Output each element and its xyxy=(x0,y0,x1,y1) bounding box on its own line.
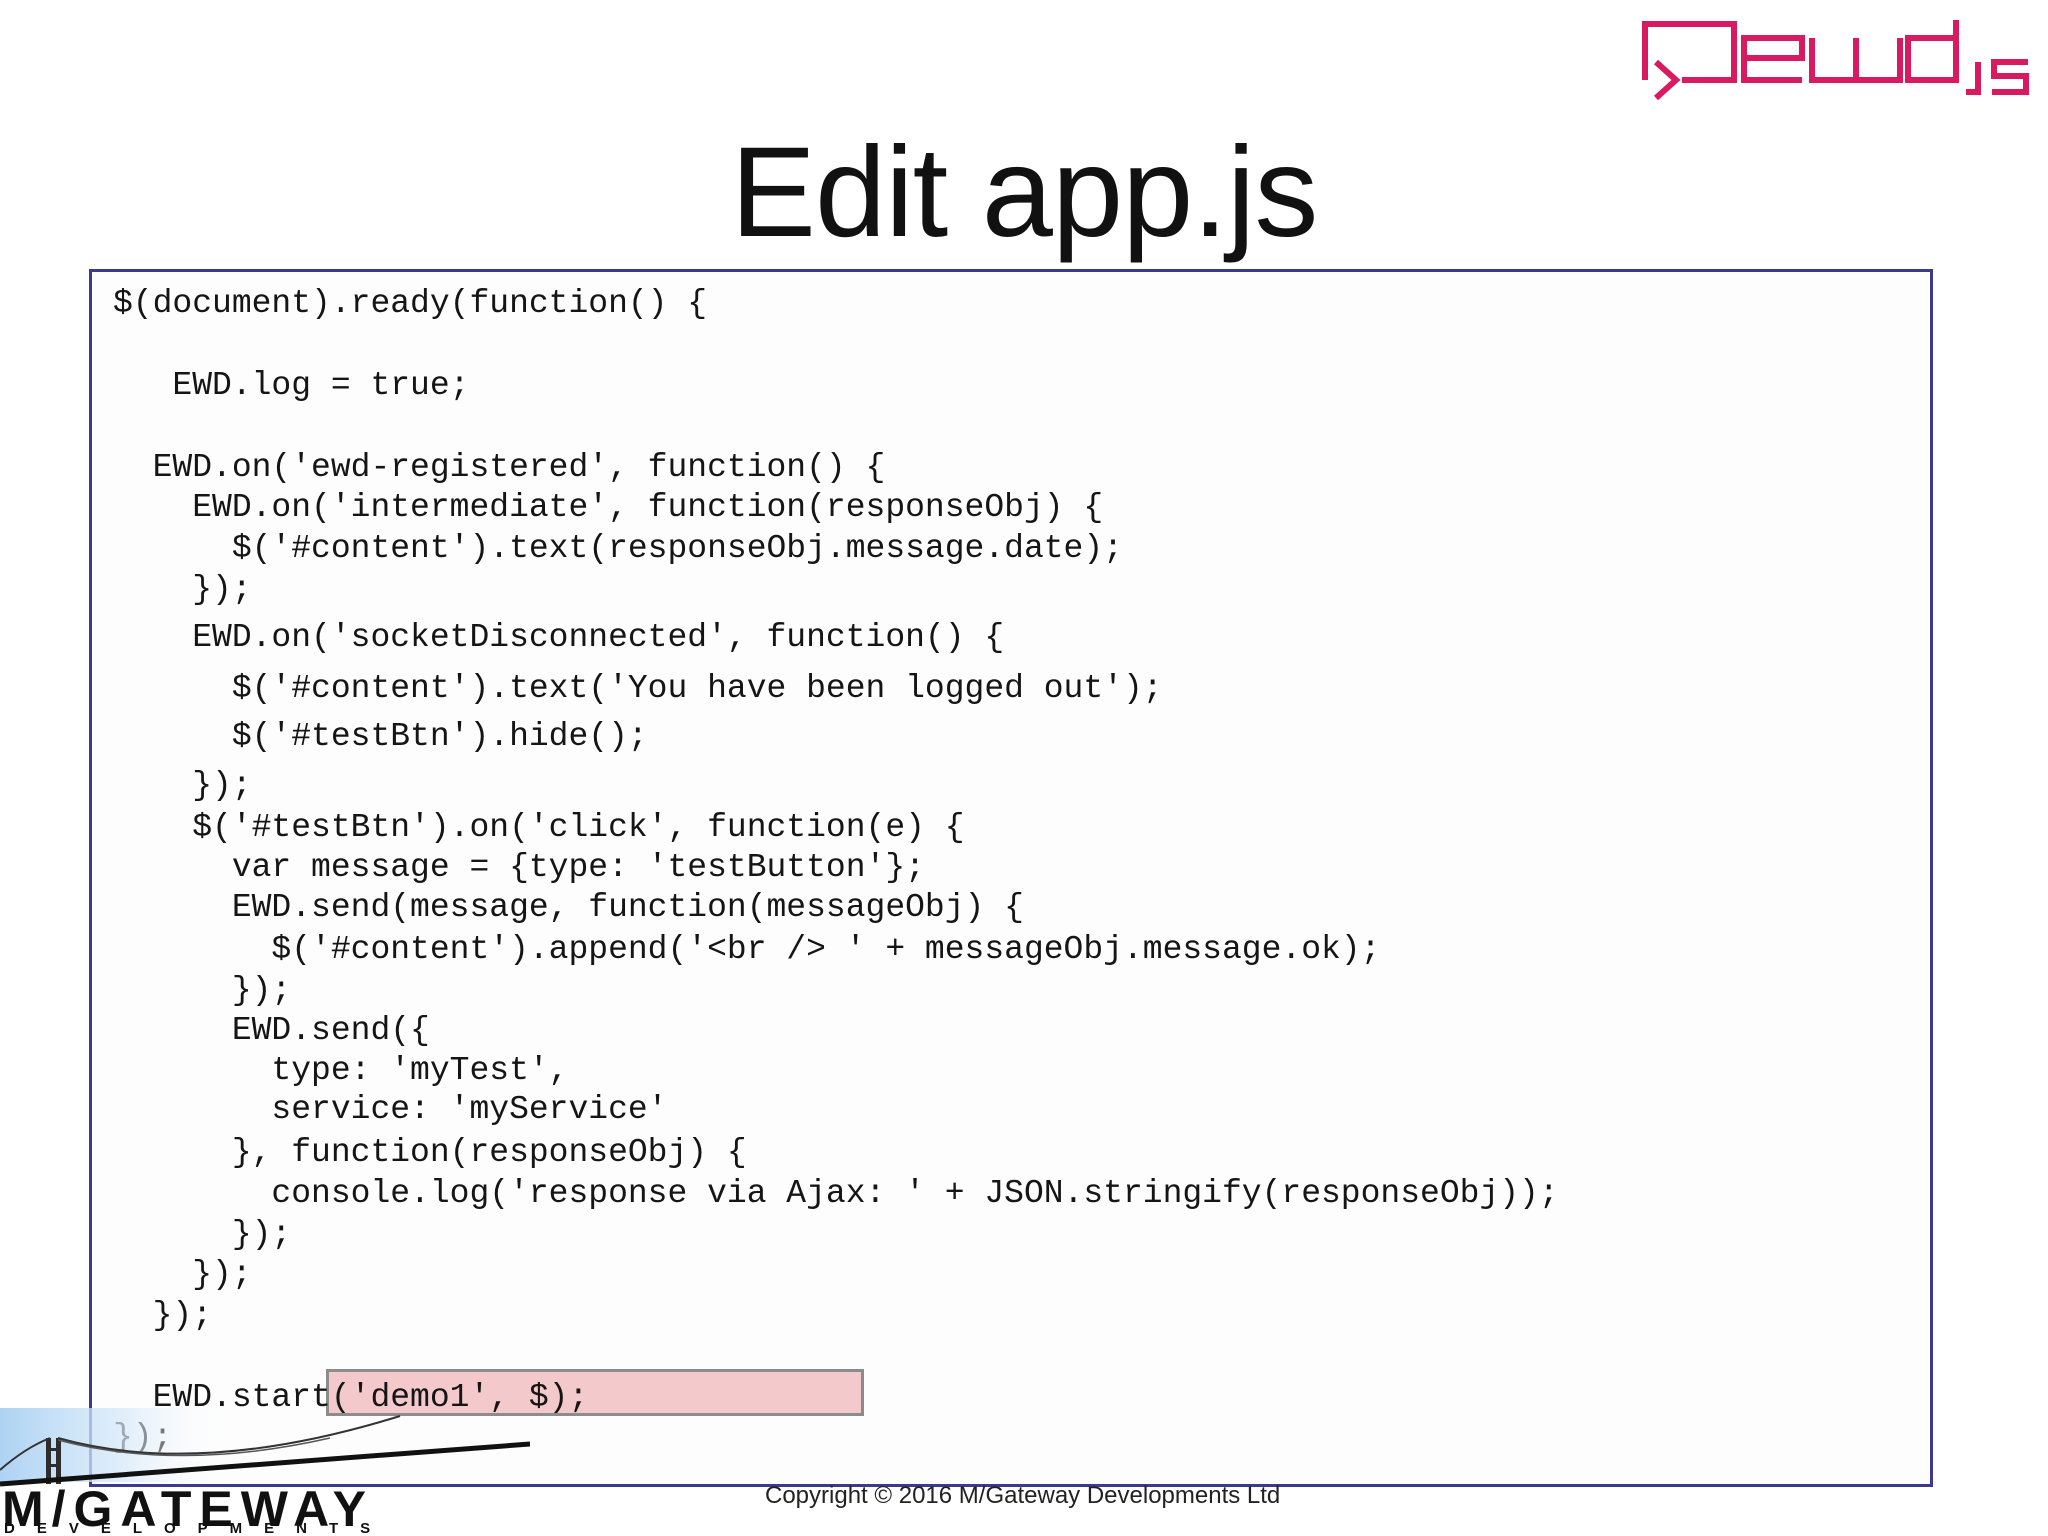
code-line: console.log('response via Ajax: ' + JSON… xyxy=(113,1175,1559,1212)
code-line: EWD.on('socketDisconnected', function() … xyxy=(113,619,1005,656)
code-box: $(document).ready(function() { EWD.log =… xyxy=(89,269,1933,1487)
code-line: $('#testBtn').on('click', function(e) { xyxy=(113,809,965,846)
qewd-js-logo xyxy=(1642,20,2029,101)
code-line: EWD.on('ewd-registered', function() { xyxy=(113,449,886,486)
code-line: }, function(responseObj) { xyxy=(113,1134,747,1171)
code-line: }); xyxy=(113,1256,252,1293)
code-line: EWD.send({ xyxy=(113,1012,430,1049)
code-line: }); xyxy=(113,1216,292,1253)
code-line: $('#content').text(responseObj.message.d… xyxy=(113,530,1123,567)
code-line: var message = {type: 'testButton'}; xyxy=(113,849,925,886)
code-line: }); xyxy=(113,767,252,804)
slide: Edit app.js $(document).ready(function()… xyxy=(0,0,2048,1536)
code-line: $('#content').append('<br /> ' + message… xyxy=(113,931,1381,968)
code-line: EWD.send(message, function(messageObj) { xyxy=(113,889,1024,926)
code-line: }); xyxy=(113,972,292,1009)
copyright-footer: Copyright © 2016 M/Gateway Developments … xyxy=(765,1482,1281,1509)
company-logo-subtext: DEVELOPMENTS xyxy=(4,1520,393,1536)
code-line: EWD.log = true; xyxy=(113,367,470,404)
code-line: }); xyxy=(113,1297,213,1334)
code-line: $(document).ready(function() { xyxy=(113,285,708,322)
code-line: EWD.on('intermediate', function(response… xyxy=(113,489,1104,526)
code-line-highlighted: service: 'myService' xyxy=(113,1091,668,1128)
slide-title: Edit app.js xyxy=(730,121,1319,264)
code-line: }); xyxy=(113,571,252,608)
code-line: $('#content').text('You have been logged… xyxy=(113,670,1163,707)
code-line: type: 'myTest', xyxy=(113,1052,569,1089)
code-line: $('#testBtn').hide(); xyxy=(113,718,648,755)
